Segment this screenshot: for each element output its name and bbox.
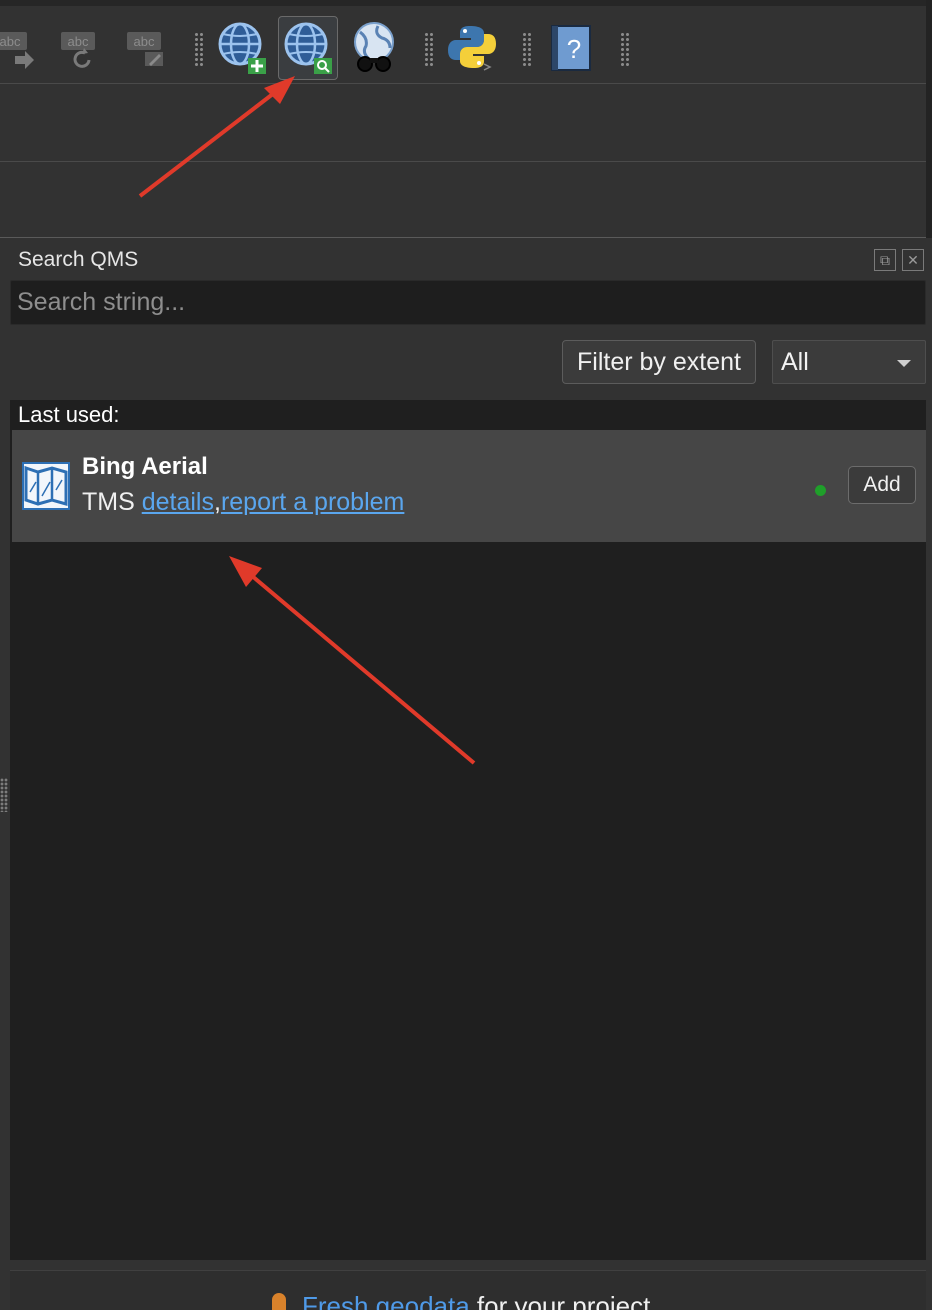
toolbar-drag-handle[interactable]: [620, 32, 630, 66]
search-input[interactable]: [10, 280, 926, 325]
status-indicator: [815, 485, 826, 496]
panel-title: Search QMS: [18, 248, 139, 271]
label-edit-icon: abc: [127, 32, 163, 66]
globe-search-icon: [284, 22, 332, 74]
add-web-service-button[interactable]: [212, 16, 272, 80]
search-qms-button[interactable]: [278, 16, 338, 80]
float-icon: ⧉: [880, 252, 890, 268]
last-used-label: Last used:: [18, 402, 120, 427]
filter-by-extent-button[interactable]: Filter by extent: [562, 340, 756, 384]
footer-suffix: for your project: [469, 1291, 651, 1310]
globe-binoculars-icon: [354, 22, 394, 72]
map-icon: [22, 462, 70, 510]
world-binoculars-button[interactable]: [344, 16, 404, 80]
bulb-icon: [272, 1293, 286, 1310]
toolbar-drag-handle[interactable]: [424, 32, 434, 66]
svg-text:abc: abc: [0, 34, 21, 49]
help-book-icon: ?: [551, 25, 591, 71]
help-button[interactable]: ?: [540, 16, 600, 80]
label-move-icon: abc: [0, 32, 34, 69]
report-problem-link[interactable]: report a problem: [221, 488, 404, 516]
label-rotate-button[interactable]: abc: [48, 16, 108, 80]
results-list: Last used: Bing Aerial TMS details,repor…: [10, 400, 926, 1260]
service-name: Bing Aerial: [82, 453, 208, 480]
add-button[interactable]: Add: [848, 466, 916, 504]
float-panel-button[interactable]: ⧉: [874, 249, 896, 271]
service-info: TMS details,report a problem: [82, 488, 404, 517]
service-type: TMS: [82, 488, 142, 516]
python-console-button[interactable]: [442, 16, 502, 80]
toolbar-drag-handle[interactable]: [522, 32, 532, 66]
toolbar-drag-handle[interactable]: [194, 32, 204, 66]
filter-type-value: All: [781, 347, 809, 376]
footer-banner: Fresh geodata for your project: [10, 1270, 926, 1310]
label-edit-button[interactable]: abc: [114, 16, 174, 80]
python-icon: [448, 26, 496, 71]
list-item[interactable]: Bing Aerial TMS details,report a problem…: [12, 430, 926, 542]
svg-text:abc: abc: [134, 34, 155, 49]
label-move-button[interactable]: abc: [0, 16, 40, 80]
footer-text: Fresh geodata for your project: [302, 1291, 650, 1310]
fresh-geodata-link[interactable]: Fresh geodata: [302, 1291, 470, 1310]
filter-type-select[interactable]: All: [772, 340, 926, 384]
link-separator: ,: [213, 488, 221, 516]
main-toolbar: abc abc abc ?: [0, 0, 932, 84]
chevron-down-icon: [897, 360, 911, 367]
details-link[interactable]: details: [142, 488, 214, 516]
close-icon: ✕: [907, 252, 919, 268]
label-rotate-icon: abc: [61, 32, 95, 68]
globe-add-icon: [218, 22, 266, 74]
toolbar-row-empty: [0, 84, 932, 162]
close-panel-button[interactable]: ✕: [902, 249, 924, 271]
search-qms-panel: Search QMS ⧉ ✕ Filter by extent All Last…: [0, 238, 932, 1310]
svg-text:?: ?: [567, 34, 581, 64]
toolbar-row-empty: [0, 162, 932, 238]
splitter-handle[interactable]: [0, 778, 8, 812]
svg-text:abc: abc: [68, 34, 89, 49]
